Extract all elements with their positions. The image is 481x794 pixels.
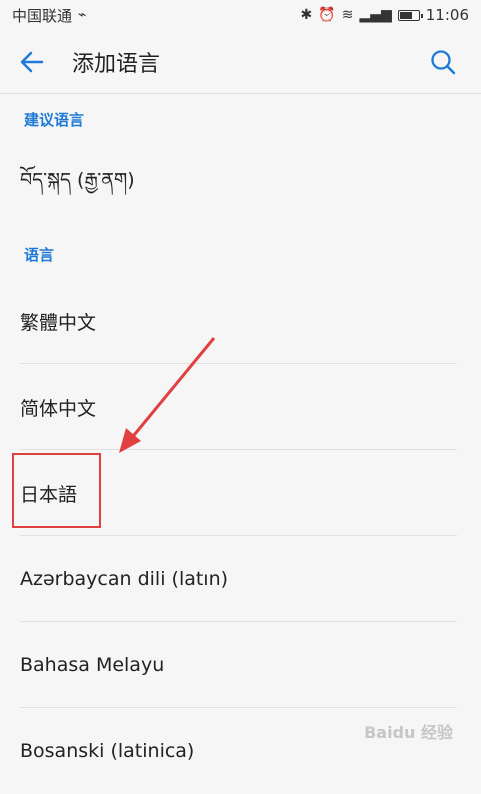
language-label: Bahasa Melayu <box>20 654 165 676</box>
battery-icon <box>397 9 423 21</box>
bluetooth-icon: ✱ <box>300 7 313 23</box>
language-label: 简体中文 <box>20 397 97 420</box>
language-item-malay[interactable]: Bahasa Melayu <box>0 622 481 708</box>
back-button[interactable] <box>0 30 64 94</box>
search-button[interactable] <box>421 40 465 84</box>
page-title: 添加语言 <box>72 51 161 77</box>
status-right: ✱ ⏰ ≋ ▂▄▆ 11:06 <box>301 6 469 24</box>
signal-icon: ▂▄▆ <box>359 7 392 23</box>
language-item-azerbaijani[interactable]: Azərbaycan dili (latın) <box>0 536 481 622</box>
back-arrow-icon <box>20 51 44 72</box>
language-item-tibetan[interactable]: བོད་སྐད (རྒྱ་ནག) <box>0 142 481 228</box>
status-bar: 中国联通 ⌁ ✱ ⏰ ≋ ▂▄▆ 11:06 <box>0 0 481 30</box>
suggested-header: 建议语言 <box>24 111 85 129</box>
search-icon <box>431 50 456 75</box>
languages-header: 语言 <box>24 246 55 264</box>
language-label: 繁體中文 <box>20 311 97 334</box>
language-item-simplified-chinese[interactable]: 简体中文 <box>0 364 481 450</box>
status-time: 11:06 <box>425 6 469 24</box>
status-left: 中国联通 ⌁ <box>12 5 86 26</box>
language-label: Bosanski (latinica) <box>20 740 195 762</box>
watermark: Baidu 经验 <box>364 723 453 742</box>
wifi-icon: ≋ <box>341 7 354 23</box>
carrier-label: 中国联通 <box>12 6 73 25</box>
alarm-icon: ⏰ <box>318 7 336 23</box>
language-label: བོད་སྐད (རྒྱ་ནག) <box>20 169 135 191</box>
app-bar: 添加语言 <box>0 30 481 94</box>
highlight-box <box>12 453 101 528</box>
language-label: Azərbaycan dili (latın) <box>20 568 229 590</box>
nfc-icon: ⌁ <box>78 7 87 23</box>
language-item-traditional-chinese[interactable]: 繁體中文 <box>0 278 481 364</box>
